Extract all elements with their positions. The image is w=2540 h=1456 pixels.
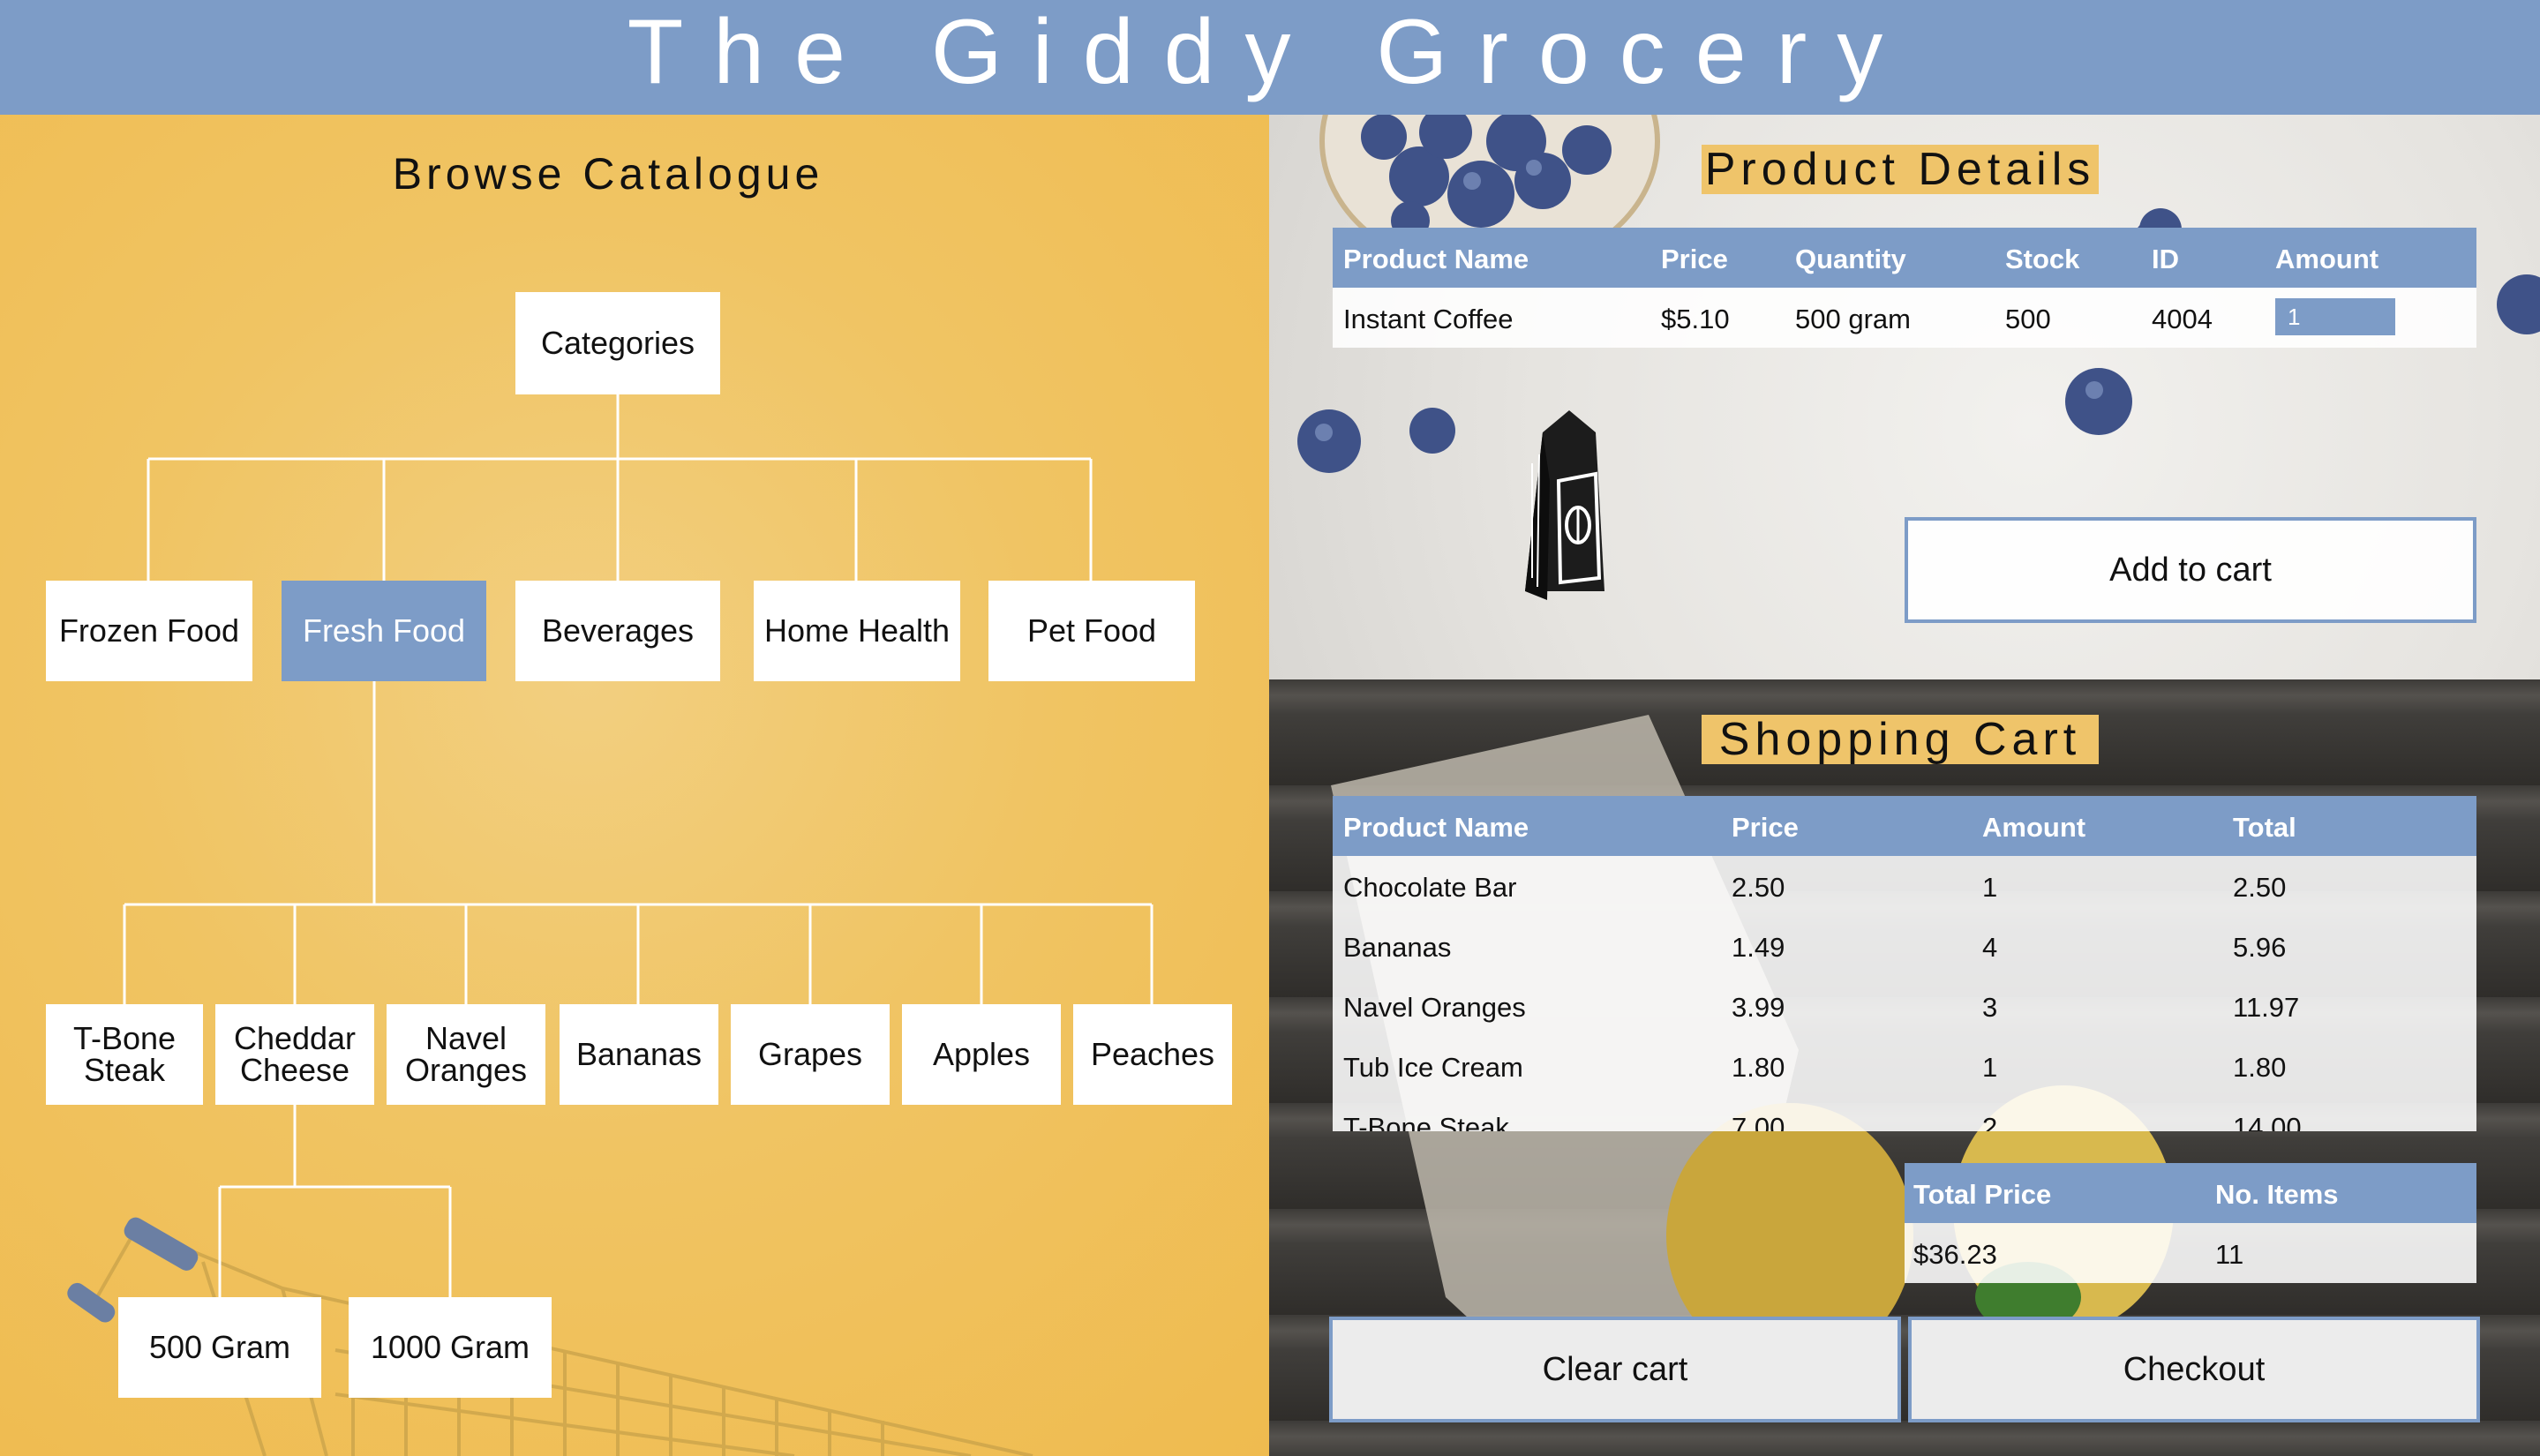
summary-header: Total Price No. Items bbox=[1905, 1163, 2476, 1223]
coffee-bag-icon bbox=[1525, 410, 1604, 600]
col-price: Price bbox=[1661, 244, 1728, 274]
category-beverages[interactable]: Beverages bbox=[515, 581, 720, 681]
catalogue-panel: Browse Catalogue Categories Frozen Food … bbox=[0, 115, 1269, 1456]
col-id: ID bbox=[2152, 244, 2179, 274]
product-table-header: Product Name Price Quantity Stock ID Amo… bbox=[1333, 228, 2476, 288]
cart-item-price: 3.99 bbox=[1732, 992, 1785, 1023]
item-navel-oranges[interactable]: Navel Oranges bbox=[387, 1004, 545, 1105]
amount-input[interactable]: 1 bbox=[2275, 298, 2395, 335]
category-frozen-food[interactable]: Frozen Food bbox=[46, 581, 252, 681]
table-row[interactable]: Bananas 1.49 4 5.96 bbox=[1333, 916, 2476, 976]
cart-table-body[interactable]: Chocolate Bar 2.50 1 2.50 Bananas 1.49 4… bbox=[1333, 856, 2476, 1131]
table-row[interactable]: Chocolate Bar 2.50 1 2.50 bbox=[1333, 856, 2476, 916]
category-fresh-food[interactable]: Fresh Food bbox=[282, 581, 486, 681]
add-to-cart-button[interactable]: Add to cart bbox=[1905, 517, 2476, 623]
clear-cart-button[interactable]: Clear cart bbox=[1329, 1317, 1901, 1422]
shopping-cart-title: Shopping Cart bbox=[1702, 715, 2099, 764]
cart-item-total: 14.00 bbox=[2233, 1112, 2302, 1131]
total-price-value: $36.23 bbox=[1913, 1239, 1997, 1270]
cart-col-amount: Amount bbox=[1982, 812, 2086, 843]
product-stock: 500 bbox=[2005, 304, 2051, 334]
cart-col-price: Price bbox=[1732, 812, 1799, 843]
cart-item-name: T-Bone Steak bbox=[1343, 1112, 1509, 1131]
item-apples[interactable]: Apples bbox=[902, 1004, 1061, 1105]
cart-item-amount: 1 bbox=[1982, 1052, 1998, 1083]
table-row[interactable]: Navel Oranges 3.99 3 11.97 bbox=[1333, 976, 2476, 1036]
product-table-row: Instant Coffee $5.10 500 gram 500 4004 1 bbox=[1333, 288, 2476, 348]
col-stock: Stock bbox=[2005, 244, 2080, 274]
shopping-cart-panel: Shopping Cart Product Name Price Amount … bbox=[1269, 679, 2540, 1456]
category-pet-food[interactable]: Pet Food bbox=[988, 581, 1195, 681]
product-details-title: Product Details bbox=[1702, 145, 2099, 194]
item-peaches[interactable]: Peaches bbox=[1073, 1004, 1232, 1105]
cart-item-amount: 2 bbox=[1982, 1112, 1998, 1131]
summary-col-total-price: Total Price bbox=[1913, 1179, 2052, 1210]
summary-col-no-items: No. Items bbox=[2215, 1179, 2339, 1210]
item-bananas[interactable]: Bananas bbox=[560, 1004, 718, 1105]
cart-table-header: Product Name Price Amount Total bbox=[1333, 796, 2476, 856]
summary-row: $36.23 11 bbox=[1905, 1223, 2476, 1283]
cart-item-amount: 1 bbox=[1982, 872, 1998, 903]
product-price: $5.10 bbox=[1661, 304, 1730, 334]
app-title: The Giddy Grocery bbox=[627, 0, 1913, 103]
cart-item-name: Chocolate Bar bbox=[1343, 872, 1517, 903]
cart-item-price: 1.49 bbox=[1732, 932, 1785, 963]
cart-item-price: 2.50 bbox=[1732, 872, 1785, 903]
categories-root[interactable]: Categories bbox=[515, 292, 720, 394]
cart-item-amount: 3 bbox=[1982, 992, 1998, 1023]
product-quantity: 500 gram bbox=[1795, 304, 1911, 334]
col-quantity: Quantity bbox=[1795, 244, 1906, 274]
cart-col-total: Total bbox=[2233, 812, 2296, 843]
cart-item-price: 1.80 bbox=[1732, 1052, 1785, 1083]
option-1000-gram[interactable]: 1000 Gram bbox=[349, 1297, 552, 1398]
cart-item-name: Bananas bbox=[1343, 932, 1452, 963]
cart-item-total: 11.97 bbox=[2233, 992, 2300, 1023]
cart-item-name: Navel Oranges bbox=[1343, 992, 1526, 1023]
col-product-name: Product Name bbox=[1343, 244, 1529, 274]
product-name: Instant Coffee bbox=[1343, 304, 1514, 334]
table-row[interactable]: T-Bone Steak 7.00 2 14.00 bbox=[1333, 1096, 2476, 1131]
option-500-gram[interactable]: 500 Gram bbox=[118, 1297, 321, 1398]
product-id: 4004 bbox=[2152, 304, 2213, 334]
product-details-panel: Product Details Product Name Price Quant… bbox=[1269, 115, 2540, 679]
cart-item-total: 5.96 bbox=[2233, 932, 2287, 963]
cart-col-product-name: Product Name bbox=[1343, 812, 1529, 843]
cart-item-price: 7.00 bbox=[1732, 1112, 1785, 1131]
cart-item-total: 2.50 bbox=[2233, 872, 2287, 903]
col-amount: Amount bbox=[2275, 244, 2379, 274]
item-t-bone-steak[interactable]: T-Bone Steak bbox=[46, 1004, 203, 1105]
item-grapes[interactable]: Grapes bbox=[731, 1004, 890, 1105]
cart-item-name: Tub Ice Cream bbox=[1343, 1052, 1523, 1083]
item-cheddar-cheese[interactable]: Cheddar Cheese bbox=[215, 1004, 374, 1105]
app-header: The Giddy Grocery bbox=[0, 0, 2540, 115]
checkout-button[interactable]: Checkout bbox=[1908, 1317, 2480, 1422]
no-items-value: 11 bbox=[2215, 1239, 2244, 1270]
cart-item-amount: 4 bbox=[1982, 932, 1998, 963]
cart-item-total: 1.80 bbox=[2233, 1052, 2287, 1083]
category-home-health[interactable]: Home Health bbox=[754, 581, 960, 681]
table-row[interactable]: Tub Ice Cream 1.80 1 1.80 bbox=[1333, 1036, 2476, 1096]
